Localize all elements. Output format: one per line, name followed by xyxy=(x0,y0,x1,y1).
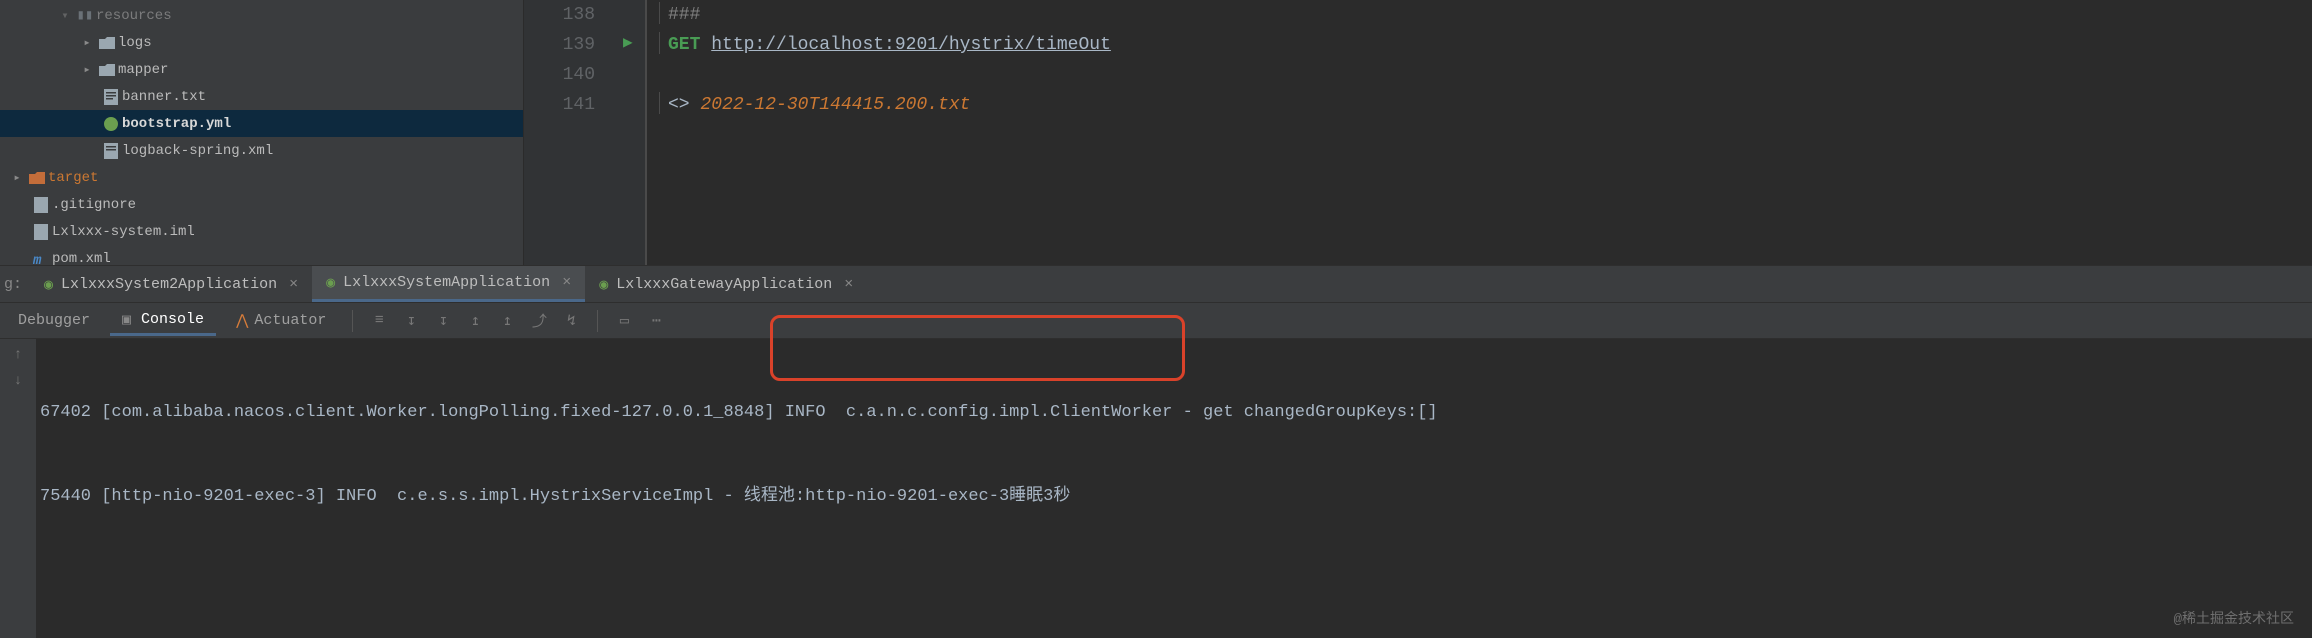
console-side-toolbar: ↑ ↓ xyxy=(0,339,36,638)
http-url[interactable]: http://localhost:9201/hystrix/timeOut xyxy=(711,35,1111,55)
tree-label: mapper xyxy=(118,62,168,78)
chevron-down-icon: ▾ xyxy=(56,8,74,23)
step-out-icon[interactable]: ↥ xyxy=(463,311,487,330)
run-tab-gateway[interactable]: ◉ LxlxxxGatewayApplication × xyxy=(585,266,867,302)
log-line: 75440 [http-nio-9201-exec-3] INFO c.e.s.… xyxy=(40,483,2302,511)
folder-icon xyxy=(96,64,118,76)
tree-label: resources xyxy=(96,8,172,24)
tree-label: Lxlxxx-system.iml xyxy=(52,224,195,240)
run-to-cursor-icon[interactable]: ↥ xyxy=(495,311,519,330)
folder-icon xyxy=(26,172,48,184)
tree-label: pom.xml xyxy=(52,251,111,266)
editor-content[interactable]: ### GET http://localhost:9201/hystrix/ti… xyxy=(647,0,2312,265)
response-file: 2022-12-30T144415.200.txt xyxy=(700,95,970,115)
scroll-down-icon[interactable]: ↓ xyxy=(14,373,22,389)
gitignore-file-icon xyxy=(30,197,52,213)
run-configurations-bar: g: ◉ LxlxxxSystem2Application × ◉ Lxlxxx… xyxy=(0,265,2312,303)
project-tree[interactable]: ▾ ▮▮ resources ▸ logs ▸ mapper banner.tx… xyxy=(0,0,523,265)
line-number: 138 xyxy=(524,0,595,30)
log-line: 67402 [com.alibaba.nacos.client.Worker.l… xyxy=(40,399,2302,427)
line-number: 139 xyxy=(524,30,595,60)
tree-item-logs[interactable]: ▸ logs xyxy=(0,29,523,56)
spring-boot-icon: ◉ xyxy=(44,275,53,294)
tree-label: .gitignore xyxy=(52,197,136,213)
close-icon[interactable]: × xyxy=(289,276,298,293)
chevron-right-icon: ▸ xyxy=(78,62,96,77)
run-toolwindow-label: g: xyxy=(0,276,30,293)
http-method: GET xyxy=(668,35,700,55)
tree-label: logback-spring.xml xyxy=(122,143,273,159)
actuator-icon: ⋀ xyxy=(236,311,248,330)
more-icon[interactable]: ⋯ xyxy=(644,311,668,330)
step-over-icon[interactable]: ≡ xyxy=(367,312,391,329)
spring-file-icon xyxy=(100,116,122,132)
code-editor[interactable]: 138 139 140 141 ▶ ### GET http://localho… xyxy=(523,0,2312,265)
force-step-into-icon[interactable]: ↧ xyxy=(431,311,455,330)
folder-icon: ▮▮ xyxy=(74,7,96,24)
tab-actuator[interactable]: ⋀ Actuator xyxy=(224,307,338,334)
text-file-icon xyxy=(100,89,122,105)
editor-gutter: 138 139 140 141 xyxy=(524,0,619,265)
drop-frame-icon[interactable]: ⤴ xyxy=(527,310,551,331)
iml-file-icon xyxy=(30,224,52,240)
tree-item-bootstrap[interactable]: bootstrap.yml xyxy=(0,110,523,137)
angle-bracket: <> xyxy=(668,95,690,115)
run-tab-label: LxlxxxSystemApplication xyxy=(343,274,550,291)
tree-item-gitignore[interactable]: .gitignore xyxy=(0,191,523,218)
tree-item-mapper[interactable]: ▸ mapper xyxy=(0,56,523,83)
chevron-right-icon: ▸ xyxy=(78,35,96,50)
code-comment: ### xyxy=(668,5,700,25)
svg-text:m: m xyxy=(33,253,42,266)
debug-toolbar: Debugger ▣ Console ⋀ Actuator ≡ ↧ ↧ ↥ ↥ … xyxy=(0,303,2312,339)
spring-boot-icon: ◉ xyxy=(326,273,335,292)
tab-actuator-label: Actuator xyxy=(254,312,326,329)
console-icon: ▣ xyxy=(122,310,131,329)
tab-console-label: Console xyxy=(141,311,204,328)
tab-console[interactable]: ▣ Console xyxy=(110,306,216,336)
line-number: 141 xyxy=(524,90,595,120)
maven-file-icon: m xyxy=(30,251,52,266)
scroll-up-icon[interactable]: ↑ xyxy=(14,347,22,363)
close-icon[interactable]: × xyxy=(844,276,853,293)
chevron-right-icon: ▸ xyxy=(8,170,26,185)
tree-item-iml[interactable]: Lxlxxx-system.iml xyxy=(0,218,523,245)
console-panel: ↑ ↓ 67402 [com.alibaba.nacos.client.Work… xyxy=(0,339,2312,638)
run-tab-system[interactable]: ◉ LxlxxxSystemApplication × xyxy=(312,266,585,302)
run-gutter-icon[interactable]: ▶ xyxy=(623,32,633,52)
run-tab-label: LxlxxxGatewayApplication xyxy=(616,276,832,293)
step-into-icon[interactable]: ↧ xyxy=(399,311,423,330)
calculator-icon[interactable]: ▭ xyxy=(612,311,636,330)
evaluate-icon[interactable]: ↯ xyxy=(559,311,583,330)
editor-gutter-icons: ▶ xyxy=(619,0,647,265)
tree-label: target xyxy=(48,170,98,186)
tree-item-target[interactable]: ▸ target xyxy=(0,164,523,191)
line-number: 140 xyxy=(524,60,595,90)
tree-item-banner[interactable]: banner.txt xyxy=(0,83,523,110)
spring-boot-icon: ◉ xyxy=(599,275,608,294)
tree-label: bootstrap.yml xyxy=(122,116,231,132)
xml-file-icon xyxy=(100,143,122,159)
close-icon[interactable]: × xyxy=(562,274,571,291)
console-output[interactable]: 67402 [com.alibaba.nacos.client.Worker.l… xyxy=(40,343,2302,567)
folder-icon xyxy=(96,37,118,49)
tab-debugger[interactable]: Debugger xyxy=(6,308,102,333)
tree-item-logback[interactable]: logback-spring.xml xyxy=(0,137,523,164)
separator xyxy=(597,310,598,332)
run-tab-label: LxlxxxSystem2Application xyxy=(61,276,277,293)
tree-label: banner.txt xyxy=(122,89,206,105)
tree-label: logs xyxy=(118,35,152,51)
separator xyxy=(352,310,353,332)
watermark: @稀土掘金技术社区 xyxy=(2174,608,2294,628)
tree-item-pom[interactable]: m pom.xml xyxy=(0,245,523,265)
tree-item-resources[interactable]: ▾ ▮▮ resources xyxy=(0,2,523,29)
run-tab-system2[interactable]: ◉ LxlxxxSystem2Application × xyxy=(30,266,312,302)
